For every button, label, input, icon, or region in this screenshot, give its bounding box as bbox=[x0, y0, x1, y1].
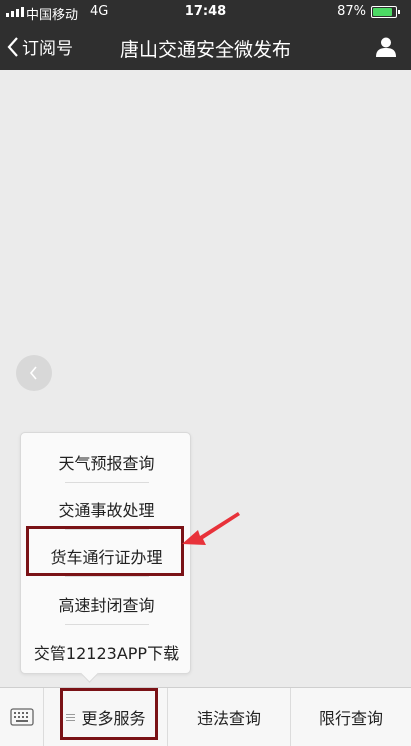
truck-permit-highlight bbox=[26, 526, 184, 576]
chevron-left-icon bbox=[29, 366, 37, 380]
status-bar: 中国移动 4G 17:48 87% bbox=[0, 0, 411, 24]
menu-divider bbox=[65, 482, 149, 483]
battery-percent: 87% bbox=[337, 4, 366, 19]
keyboard-icon bbox=[9, 708, 34, 726]
battery-icon bbox=[371, 6, 400, 18]
tab-violation-query[interactable]: 违法查询 bbox=[168, 688, 290, 746]
tab-restriction-query[interactable]: 限行查询 bbox=[291, 688, 411, 746]
person-icon bbox=[376, 37, 396, 57]
pointer-arrow-icon bbox=[182, 512, 240, 545]
menu-item-accident[interactable]: 交通事故处理 bbox=[21, 497, 192, 521]
menu-item-app-download[interactable]: 交管12123APP下载 bbox=[21, 640, 192, 664]
menu-divider bbox=[65, 576, 149, 577]
tab-label: 违法查询 bbox=[196, 709, 261, 728]
profile-button[interactable] bbox=[375, 36, 397, 62]
menu-divider bbox=[65, 624, 149, 625]
more-services-highlight bbox=[60, 688, 158, 740]
scroll-left-button[interactable] bbox=[16, 355, 52, 391]
navigation-bar: 订阅号 唐山交通安全微发布 bbox=[0, 24, 411, 70]
page-title: 唐山交通安全微发布 bbox=[119, 39, 291, 61]
menu-item-weather[interactable]: 天气预报查询 bbox=[21, 450, 192, 474]
menu-item-highway-closure[interactable]: 高速封闭查询 bbox=[21, 592, 192, 616]
keyboard-toggle-button[interactable] bbox=[0, 688, 44, 746]
tab-label: 限行查询 bbox=[318, 709, 383, 728]
